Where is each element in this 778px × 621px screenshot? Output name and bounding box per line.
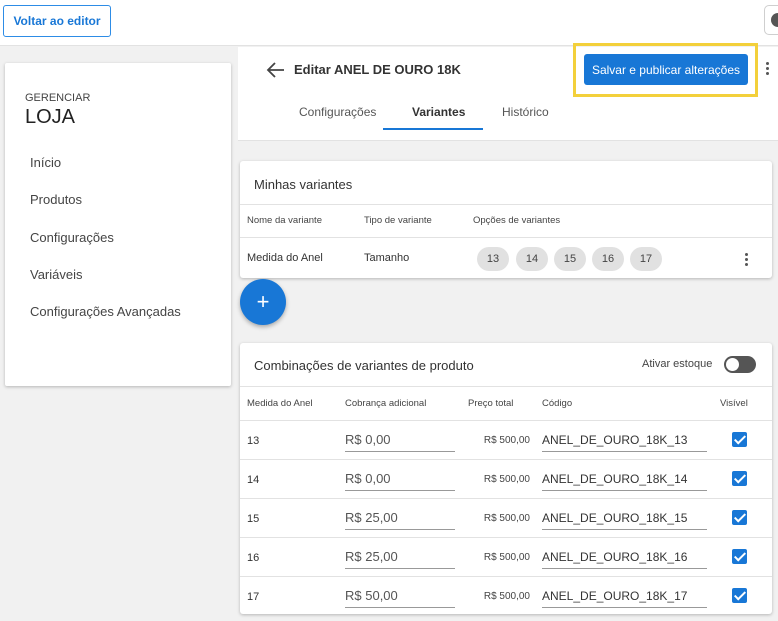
total-price: R$ 500,00: [483, 591, 530, 602]
column-header-adicional: Cobrança adicional: [345, 398, 427, 409]
active-tab-indicator: [383, 128, 483, 130]
tab-variantes[interactable]: Variantes: [412, 105, 465, 119]
visible-checkbox[interactable]: [732, 549, 747, 564]
publish-button[interactable]: Salvar e publicar alterações: [584, 54, 748, 85]
visible-checkbox[interactable]: [732, 471, 747, 486]
back-arrow-icon[interactable]: [266, 61, 286, 79]
row-options-icon[interactable]: [742, 252, 750, 270]
total-price: R$ 500,00: [483, 435, 530, 446]
combinations-card: Combinações de variantes de produto Ativ…: [240, 343, 772, 614]
tab-configuracoes[interactable]: Configurações: [299, 105, 376, 119]
product-header: Editar ANEL DE OURO 18K Salvar e publica…: [238, 43, 778, 141]
code-input[interactable]: [542, 467, 707, 491]
table-row: 17 R$ 500,00: [240, 576, 772, 615]
divider: [240, 386, 772, 387]
combination-medida: 17: [247, 591, 260, 603]
code-input[interactable]: [542, 428, 707, 452]
combination-medida: 14: [247, 474, 260, 486]
tab-historico[interactable]: Histórico: [502, 105, 549, 119]
visible-checkbox[interactable]: [732, 510, 747, 525]
stock-toggle-label: Ativar estoque: [642, 358, 713, 370]
sidebar: GERENCIAR LOJA Início Produtos Configura…: [5, 63, 231, 386]
additional-price-input[interactable]: [345, 584, 455, 608]
code-input[interactable]: [542, 584, 707, 608]
sidebar-item-variaveis[interactable]: Variáveis: [30, 267, 83, 282]
combination-medida: 13: [247, 435, 260, 447]
combination-medida: 16: [247, 552, 260, 564]
back-to-editor-button[interactable]: Voltar ao editor: [3, 5, 111, 37]
variant-option-chip[interactable]: 14: [516, 247, 548, 271]
total-price: R$ 500,00: [483, 552, 530, 563]
table-row: 13 R$ 500,00: [240, 420, 772, 459]
variants-card: Minhas variantes Nome da variante Tipo d…: [240, 161, 772, 278]
column-header-type: Tipo de variante: [364, 215, 432, 226]
sidebar-item-configuracoes-avancadas[interactable]: Configurações Avançadas: [30, 304, 181, 319]
visible-checkbox[interactable]: [732, 588, 747, 603]
variant-option-chip[interactable]: 17: [630, 247, 662, 271]
additional-price-input[interactable]: [345, 545, 455, 569]
combinations-card-title: Combinações de variantes de produto: [254, 358, 474, 373]
variant-option-chip[interactable]: 15: [554, 247, 586, 271]
column-header-options: Opções de variantes: [473, 215, 561, 226]
variant-name: Medida do Anel: [247, 252, 323, 264]
sidebar-item-configuracoes[interactable]: Configurações: [30, 230, 114, 245]
table-row: 14 R$ 500,00: [240, 459, 772, 498]
additional-price-input[interactable]: [345, 428, 455, 452]
top-bar: Voltar ao editor: [0, 0, 778, 46]
additional-price-input[interactable]: [345, 467, 455, 491]
column-header-medida: Medida do Anel: [247, 398, 313, 409]
additional-price-input[interactable]: [345, 506, 455, 530]
total-price: R$ 500,00: [483, 474, 530, 485]
table-row: Medida do Anel Tamanho 13 14 15 16 17: [240, 238, 772, 278]
table-row: 16 R$ 500,00: [240, 537, 772, 576]
table-row: 15 R$ 500,00: [240, 498, 772, 537]
column-header-codigo: Código: [542, 398, 573, 409]
column-header-total: Preço total: [468, 398, 514, 409]
sidebar-kicker: GERENCIAR: [25, 92, 91, 104]
combination-medida: 15: [247, 513, 260, 525]
variant-option-chip[interactable]: 13: [477, 247, 509, 271]
sidebar-item-inicio[interactable]: Início: [30, 155, 61, 170]
add-variant-button[interactable]: +: [240, 279, 286, 325]
code-input[interactable]: [542, 506, 707, 530]
more-options-icon[interactable]: [762, 60, 772, 80]
column-header-visivel: Visível: [720, 398, 748, 409]
sidebar-item-produtos[interactable]: Produtos: [30, 192, 82, 207]
variants-card-title: Minhas variantes: [254, 177, 353, 192]
column-header-name: Nome da variante: [247, 215, 322, 226]
total-price: R$ 500,00: [483, 513, 530, 524]
visible-checkbox[interactable]: [732, 432, 747, 447]
variant-type: Tamanho: [364, 252, 410, 264]
stock-toggle[interactable]: [724, 356, 756, 373]
divider: [240, 204, 772, 205]
variant-option-chip[interactable]: 16: [592, 247, 624, 271]
user-avatar[interactable]: [764, 5, 778, 35]
page-title: Editar ANEL DE OURO 18K: [294, 62, 461, 77]
sidebar-title: LOJA: [25, 106, 76, 128]
code-input[interactable]: [542, 545, 707, 569]
